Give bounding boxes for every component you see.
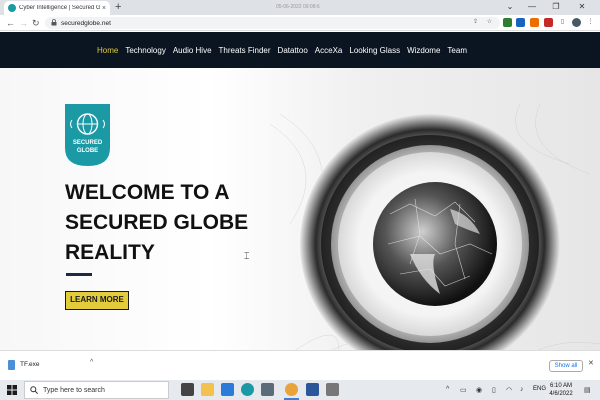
network-icon[interactable]: ▭ <box>460 386 467 394</box>
extension-icon[interactable] <box>516 18 525 27</box>
show-all-button[interactable]: Show all <box>549 360 583 372</box>
language-indicator[interactable]: ENG <box>533 386 546 392</box>
file-icon <box>8 360 15 370</box>
store-icon[interactable] <box>261 383 274 396</box>
extension-icon[interactable] <box>503 18 512 27</box>
restore-button[interactable]: ❐ <box>546 0 566 14</box>
windows-logo-icon <box>7 385 17 395</box>
url-text: securedglobe.net <box>61 19 111 27</box>
extension-icon[interactable] <box>530 18 539 27</box>
search-placeholder: Type here to search <box>43 386 105 394</box>
reload-button[interactable]: ↻ <box>32 16 40 30</box>
edge-icon[interactable] <box>241 383 254 396</box>
tray-expand-icon[interactable]: ^ <box>446 386 449 393</box>
lock-icon[interactable] <box>51 18 57 28</box>
nav-item-wizdome[interactable]: Wizdome <box>407 46 440 55</box>
back-button[interactable]: ← <box>6 16 15 30</box>
logo-text-secured: SECURED <box>73 140 103 146</box>
taskbar-clock[interactable]: 6:10 AM 4/6/2022 <box>546 382 576 398</box>
headline-line-2: SECURED GLOBE <box>65 211 249 234</box>
profile-avatar-icon[interactable] <box>572 18 581 27</box>
minimize-button[interactable]: — <box>522 0 542 14</box>
clock-date: 4/6/2022 <box>549 391 573 397</box>
download-options-chevron-icon[interactable]: ^ <box>90 359 93 366</box>
nav-item-looking-glass[interactable]: Looking Glass <box>349 46 400 55</box>
app-icon[interactable] <box>326 383 339 396</box>
forward-button[interactable]: → <box>19 16 28 30</box>
share-icon[interactable]: ⇪ <box>471 18 480 27</box>
tab-title: Cyber Intelligence | Secured Glob <box>19 5 100 11</box>
start-button[interactable] <box>0 380 24 400</box>
wifi-icon[interactable]: ◠ <box>506 386 512 394</box>
browser-tab[interactable]: Cyber Intelligence | Secured Glob × <box>4 1 110 15</box>
download-bar: TF.exe ^ Show all ✕ <box>0 350 600 380</box>
nav-item-threats-finder[interactable]: Threats Finder <box>219 46 271 55</box>
people-icon[interactable]: ◉ <box>476 386 482 394</box>
recording-timestamp: 05-06-2022 09:08:6 <box>276 4 320 10</box>
chrome-icon[interactable] <box>285 383 298 396</box>
volume-icon[interactable]: ♪ <box>520 386 524 393</box>
secured-globe-logo[interactable]: SECURED GLOBE <box>65 104 110 166</box>
download-item-name[interactable]: TF.exe <box>20 361 40 368</box>
site-nav-menu: Home Technology Audio Hive Threats Finde… <box>97 32 474 68</box>
nav-item-audio-hive[interactable]: Audio Hive <box>173 46 212 55</box>
search-icon <box>30 386 38 394</box>
tab-search-icon[interactable]: ⌄ <box>500 0 520 14</box>
nav-item-team[interactable]: Team <box>447 46 467 55</box>
nav-item-technology[interactable]: Technology <box>125 46 165 55</box>
headline-line-1: WELCOME TO A <box>65 181 230 204</box>
nav-item-home[interactable]: Home <box>97 46 118 55</box>
headline-divider <box>66 273 92 276</box>
mouse-cursor-icon: ⌶ <box>244 251 250 261</box>
word-icon[interactable] <box>306 383 319 396</box>
learn-more-button[interactable]: LEARN MORE <box>65 291 129 310</box>
globe-artwork <box>270 104 600 350</box>
web-page: Home Technology Audio Hive Threats Finde… <box>0 32 600 350</box>
file-explorer-icon[interactable] <box>201 383 214 396</box>
clock-time: 6:10 AM <box>549 383 572 389</box>
nav-item-datattoo[interactable]: Datattoo <box>278 46 308 55</box>
notification-icon[interactable]: ▤ <box>584 386 591 394</box>
tab-close-icon[interactable]: × <box>102 5 106 12</box>
address-bar[interactable]: securedglobe.net <box>45 17 500 29</box>
site-navbar: Home Technology Audio Hive Threats Finde… <box>0 32 600 68</box>
extension-icon[interactable] <box>544 18 553 27</box>
nav-item-accexa[interactable]: AcceXa <box>315 46 343 55</box>
browser-toolbar: ← → ↻ securedglobe.net ⇪ ☆ ▯ ⋮ <box>0 15 600 31</box>
menu-kebab-icon[interactable]: ⋮ <box>586 18 595 27</box>
logo-text-globe: GLOBE <box>77 148 98 154</box>
windows-taskbar: Type here to search ^ ▭ ◉ ▯ ◠ ♪ ENG 6:10… <box>0 380 600 400</box>
close-window-button[interactable]: ✕ <box>572 0 592 14</box>
bookmark-star-icon[interactable]: ☆ <box>485 18 494 27</box>
side-panel-icon[interactable]: ▯ <box>558 18 567 27</box>
battery-icon[interactable]: ▯ <box>492 386 496 394</box>
browser-tab-strip: Cyber Intelligence | Secured Glob × + 05… <box>0 0 600 15</box>
close-download-bar-icon[interactable]: ✕ <box>588 359 594 367</box>
task-view-icon[interactable] <box>181 383 194 396</box>
new-tab-button[interactable]: + <box>115 0 121 14</box>
site-favicon-icon <box>8 4 16 12</box>
hero-section: SECURED GLOBE WELCOME TO A SECURED GLOBE… <box>0 68 600 350</box>
taskbar-search-input[interactable]: Type here to search <box>24 381 169 399</box>
mail-icon[interactable] <box>221 383 234 396</box>
